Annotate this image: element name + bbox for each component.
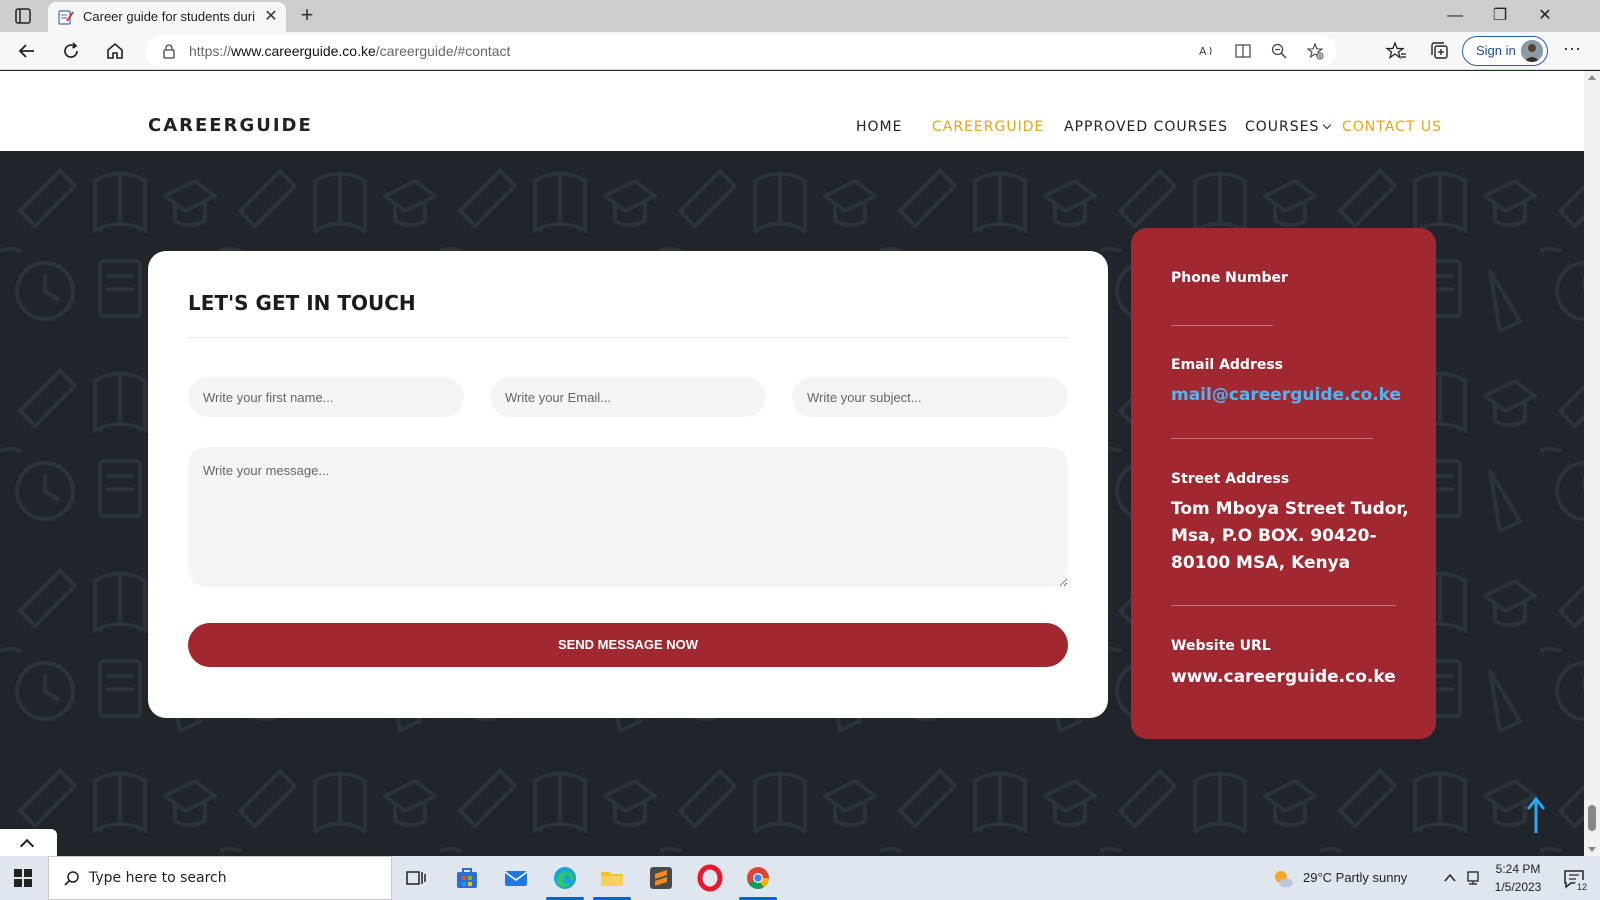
network-icon[interactable] — [1465, 870, 1481, 886]
browser-toolbar: https://www.careerguide.co.ke/careerguid… — [0, 32, 1600, 70]
opera-icon[interactable] — [696, 864, 724, 892]
svg-text:A: A — [1199, 45, 1207, 58]
address-line-3: 80100 MSA, Kenya — [1171, 553, 1351, 573]
lock-icon[interactable] — [162, 43, 176, 59]
url-prefix: https:// — [189, 43, 232, 59]
browser-tab[interactable]: Career guide for students during ✕ — [48, 2, 286, 32]
info-separator — [1171, 605, 1396, 606]
home-icon[interactable] — [104, 40, 126, 62]
page-scrollbar[interactable] — [1584, 71, 1600, 856]
favorites-icon[interactable] — [1385, 40, 1407, 62]
phone-label: Phone Number — [1171, 270, 1288, 286]
zoom-icon[interactable] — [1270, 42, 1288, 60]
back-icon[interactable] — [16, 40, 38, 62]
url-text[interactable]: https://www.careerguide.co.ke/careerguid… — [189, 43, 510, 59]
nav-courses[interactable]: COURSES — [1245, 119, 1332, 135]
more-options-icon[interactable]: ⋯ — [1560, 40, 1584, 62]
website-label: Website URL — [1171, 638, 1271, 654]
refresh-icon[interactable] — [60, 40, 82, 62]
task-view-icon[interactable] — [402, 864, 430, 892]
web-page: CAREERGUIDE HOME CAREERGUIDE APPROVED CO… — [0, 71, 1584, 856]
email-input[interactable] — [490, 377, 766, 417]
address-line-2: Msa, P.O BOX. 90420- — [1171, 526, 1377, 546]
info-separator — [1171, 438, 1373, 439]
address-bar[interactable]: https://www.careerguide.co.ke/careerguid… — [146, 35, 1336, 67]
contact-info-card: Phone Number Email Address mail@careergu… — [1131, 228, 1436, 739]
sign-in-label: Sign in — [1476, 43, 1516, 58]
new-tab-button[interactable]: + — [295, 4, 319, 28]
sublime-icon[interactable] — [647, 864, 675, 892]
chevron-up-icon — [19, 838, 35, 854]
scroll-down-icon[interactable] — [1588, 847, 1596, 852]
chrome-icon[interactable] — [744, 864, 772, 892]
scroll-up-icon[interactable] — [1588, 75, 1596, 80]
email-link[interactable]: mail@careerguide.co.ke — [1171, 382, 1401, 409]
send-message-button[interactable]: SEND MESSAGE NOW — [188, 623, 1068, 667]
collections-icon[interactable] — [1429, 40, 1451, 62]
website-value: www.careerguide.co.ke — [1171, 667, 1396, 687]
nav-careerguide[interactable]: CAREERGUIDE — [932, 119, 1044, 135]
taskbar-clock[interactable]: 5:24 PM 1/5/2023 — [1488, 860, 1548, 896]
close-window-button[interactable]: ✕ — [1533, 4, 1557, 28]
windows-taskbar: Type here to search 29°C Partly sunny 5:… — [0, 856, 1600, 900]
sign-in-button[interactable]: Sign in — [1462, 36, 1548, 66]
address-line-1: Tom Mboya Street Tudor, — [1171, 499, 1409, 519]
clock-time: 5:24 PM — [1495, 862, 1541, 876]
search-placeholder: Type here to search — [89, 870, 227, 886]
show-hidden-icons-icon[interactable] — [1442, 870, 1458, 886]
url-path: /careerguide/#contact — [375, 43, 511, 59]
collapse-panel-button[interactable] — [0, 829, 57, 856]
contact-form-card: LET'S GET IN TOUCH SEND MESSAGE NOW — [148, 251, 1108, 718]
nav-contact-us[interactable]: CONTACT US — [1342, 119, 1442, 135]
form-title: LET'S GET IN TOUCH — [188, 291, 416, 315]
address-label: Street Address — [1171, 471, 1290, 487]
tab-close-icon[interactable]: ✕ — [262, 8, 280, 26]
message-textarea[interactable] — [188, 447, 1068, 587]
scrollbar-thumb[interactable] — [1588, 805, 1596, 831]
taskbar-search[interactable]: Type here to search — [48, 856, 392, 900]
store-icon[interactable] — [453, 864, 481, 892]
minimize-button[interactable]: — — [1443, 4, 1467, 28]
url-host: www.careerguide.co.ke — [231, 43, 376, 59]
site-favicon-icon — [58, 10, 74, 25]
subject-input[interactable] — [792, 377, 1068, 417]
tab-actions-icon[interactable] — [14, 7, 32, 25]
site-header: CAREERGUIDE HOME CAREERGUIDE APPROVED CO… — [0, 71, 1584, 151]
form-divider — [188, 337, 1068, 338]
file-explorer-icon[interactable] — [598, 864, 626, 892]
nav-courses-label: COURSES — [1245, 119, 1320, 135]
first-name-input[interactable] — [188, 377, 464, 417]
browser-tab-bar: Career guide for students during ✕ + — ❐… — [0, 0, 1600, 32]
nav-home[interactable]: HOME — [856, 119, 902, 135]
windows-start-icon[interactable] — [14, 869, 32, 887]
nav-approved-courses[interactable]: APPROVED COURSES — [1064, 119, 1228, 135]
clock-date: 1/5/2023 — [1494, 880, 1542, 894]
edge-icon[interactable] — [551, 864, 579, 892]
immersive-reader-icon[interactable] — [1234, 42, 1252, 60]
back-to-top-icon[interactable] — [1524, 795, 1548, 835]
profile-avatar-icon — [1521, 40, 1543, 62]
read-aloud-icon[interactable]: A — [1198, 42, 1216, 60]
tab-title: Career guide for students during — [83, 9, 255, 24]
weather-text[interactable]: 29°C Partly sunny — [1303, 870, 1407, 885]
add-favorite-icon[interactable] — [1306, 42, 1324, 60]
email-label: Email Address — [1171, 357, 1284, 373]
notification-count-badge: 12 — [1574, 880, 1590, 894]
mail-icon[interactable] — [502, 864, 530, 892]
search-icon — [64, 871, 79, 886]
info-separator — [1171, 325, 1273, 326]
site-logo[interactable]: CAREERGUIDE — [148, 115, 313, 136]
partly-sunny-icon[interactable] — [1272, 868, 1294, 890]
chevron-down-icon — [1323, 120, 1332, 130]
maximize-button[interactable]: ❐ — [1488, 4, 1512, 28]
